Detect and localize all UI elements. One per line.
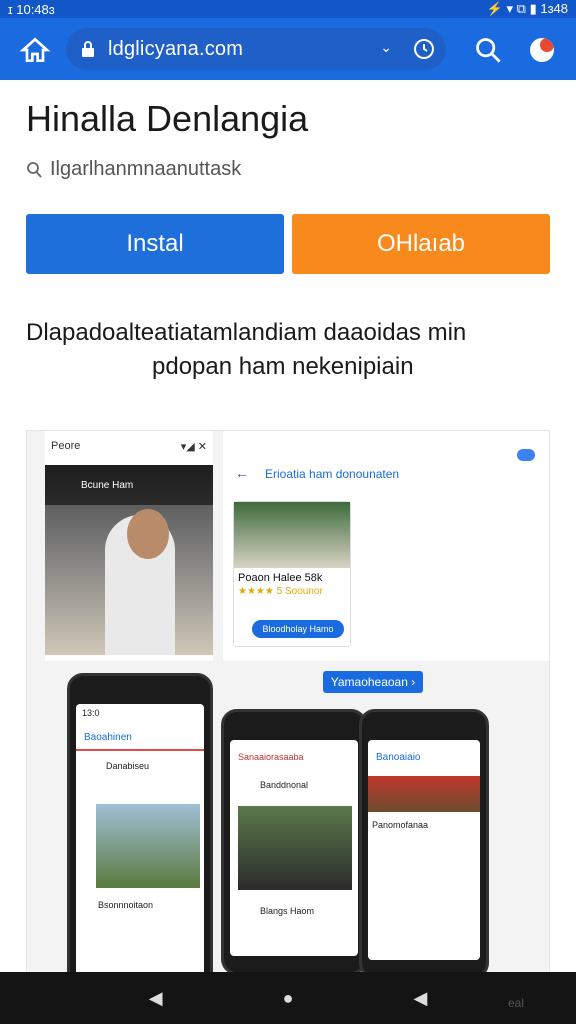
phone-3-image: [368, 776, 480, 812]
phone-2-item: Banddnonal: [260, 780, 309, 790]
screenshot-status-label: Peore: [51, 440, 81, 452]
back-arrow-icon[interactable]: ←: [235, 465, 249, 481]
phone-1-image: [96, 804, 200, 888]
phone-1-status: 13:0: [82, 708, 100, 718]
url-bar[interactable]: ldglicyana.com ⌄: [66, 28, 446, 70]
search-icon[interactable]: [474, 36, 502, 64]
description-line-2: pdopan ham nekenipiain: [152, 353, 414, 380]
phone-3-screen: Banoaiaio Panomofanaa: [368, 740, 480, 960]
phone-2-screen: Sanaaiorasaaba Banddnonal Blangs Haom: [230, 740, 358, 956]
phone-2-footer: Blangs Haom: [260, 906, 315, 916]
event-card[interactable]: Poaon Halee 58k ★★★★ 5 Soounor Bloodhola…: [233, 501, 351, 647]
screenshot-topic: Erioatia ham donounaten: [265, 467, 400, 481]
developer-row[interactable]: Ilgarlhanmnaanuttask: [26, 158, 241, 181]
status-icons: ⚡ ▾ ⧉ ▮ 1ɜ48: [486, 1, 568, 16]
phone-2-title: Sanaaiorasaaba: [238, 752, 304, 762]
event-image: [234, 502, 350, 568]
reload-icon[interactable]: [412, 37, 436, 61]
phone-3-title: Banoaiaio: [376, 752, 421, 763]
profile-icon[interactable]: [530, 38, 554, 62]
app-title: Hinalla Denlangia: [26, 98, 309, 139]
developer-name: Ilgarlhanmnaanuttask: [50, 158, 242, 180]
back-button[interactable]: ◀: [149, 988, 163, 1009]
signal-icon: ▾◢ ✕: [180, 440, 207, 453]
screenshot-status: Peore ▾◢ ✕: [45, 431, 213, 461]
phone-1-footer: Bsonnnoitaon: [98, 900, 154, 910]
event-rating: ★★★★ 5 Soounor: [238, 586, 323, 597]
phone-mockup-3: Banoaiaio Panomofanaa: [359, 709, 489, 979]
corner-label: eal: [508, 996, 525, 1010]
phone-2-image: [238, 806, 352, 890]
secondary-button[interactable]: OHlaıab: [292, 214, 550, 274]
home-icon[interactable]: [18, 34, 54, 66]
phone-1-title: Baoahinen: [76, 722, 204, 751]
description-line-1: Dlapadoalteatiatamlandiam daaoidas min: [26, 319, 467, 346]
chat-icon: [517, 449, 535, 461]
screenshot-1[interactable]: Peore ▾◢ ✕ Bcune Ham: [45, 431, 213, 661]
app-description: Dlapadoalteatiatamlandiam daaoidas min p…: [26, 316, 550, 384]
phone-3-item: Panomofanaa: [372, 820, 429, 830]
event-title: Poaon Halee 58k: [238, 572, 323, 584]
lock-icon: [82, 41, 94, 57]
phone-1-screen: 13:0 Baoahinen Danabiseu Bsonnnoitaon ⌂ …: [76, 704, 204, 1000]
recent-button[interactable]: ◀: [413, 988, 427, 1009]
face-image: [127, 509, 169, 559]
photo-header: Bcune Ham: [45, 465, 213, 505]
system-nav-bar: ◀ ● ◀: [0, 972, 576, 1024]
status-time: ɪ 10:48ɜ: [8, 1, 55, 17]
status-bar: ɪ 10:48ɜ ⚡ ▾ ⧉ ▮ 1ɜ48: [0, 0, 576, 18]
phone-1-item: Danabiseu: [106, 761, 150, 771]
browser-toolbar: ldglicyana.com ⌄: [0, 18, 576, 80]
more-button[interactable]: Yamaoheaoan ›: [323, 671, 423, 693]
phone-mockup-2: Sanaaiorasaaba Banddnonal Blangs Haom: [221, 709, 367, 975]
home-button[interactable]: ●: [283, 988, 294, 1009]
profile-photo: Bcune Ham: [45, 465, 213, 655]
event-chip[interactable]: Bloodholay Hamo: [252, 620, 344, 638]
phone-mockup-1: 13:0 Baoahinen Danabiseu Bsonnnoitaon ⌂ …: [67, 673, 213, 1019]
chevron-down-icon[interactable]: ⌄: [380, 39, 392, 56]
user-icon: [27, 161, 42, 178]
screenshot-gallery[interactable]: Peore ▾◢ ✕ Bcune Ham ← Erioatia ham dono…: [26, 430, 550, 1024]
url-text: ldglicyana.com: [108, 37, 244, 60]
install-button[interactable]: Instal: [26, 214, 284, 274]
screenshot-2[interactable]: ← Erioatia ham donounaten Poaon Halee 58…: [223, 431, 549, 661]
